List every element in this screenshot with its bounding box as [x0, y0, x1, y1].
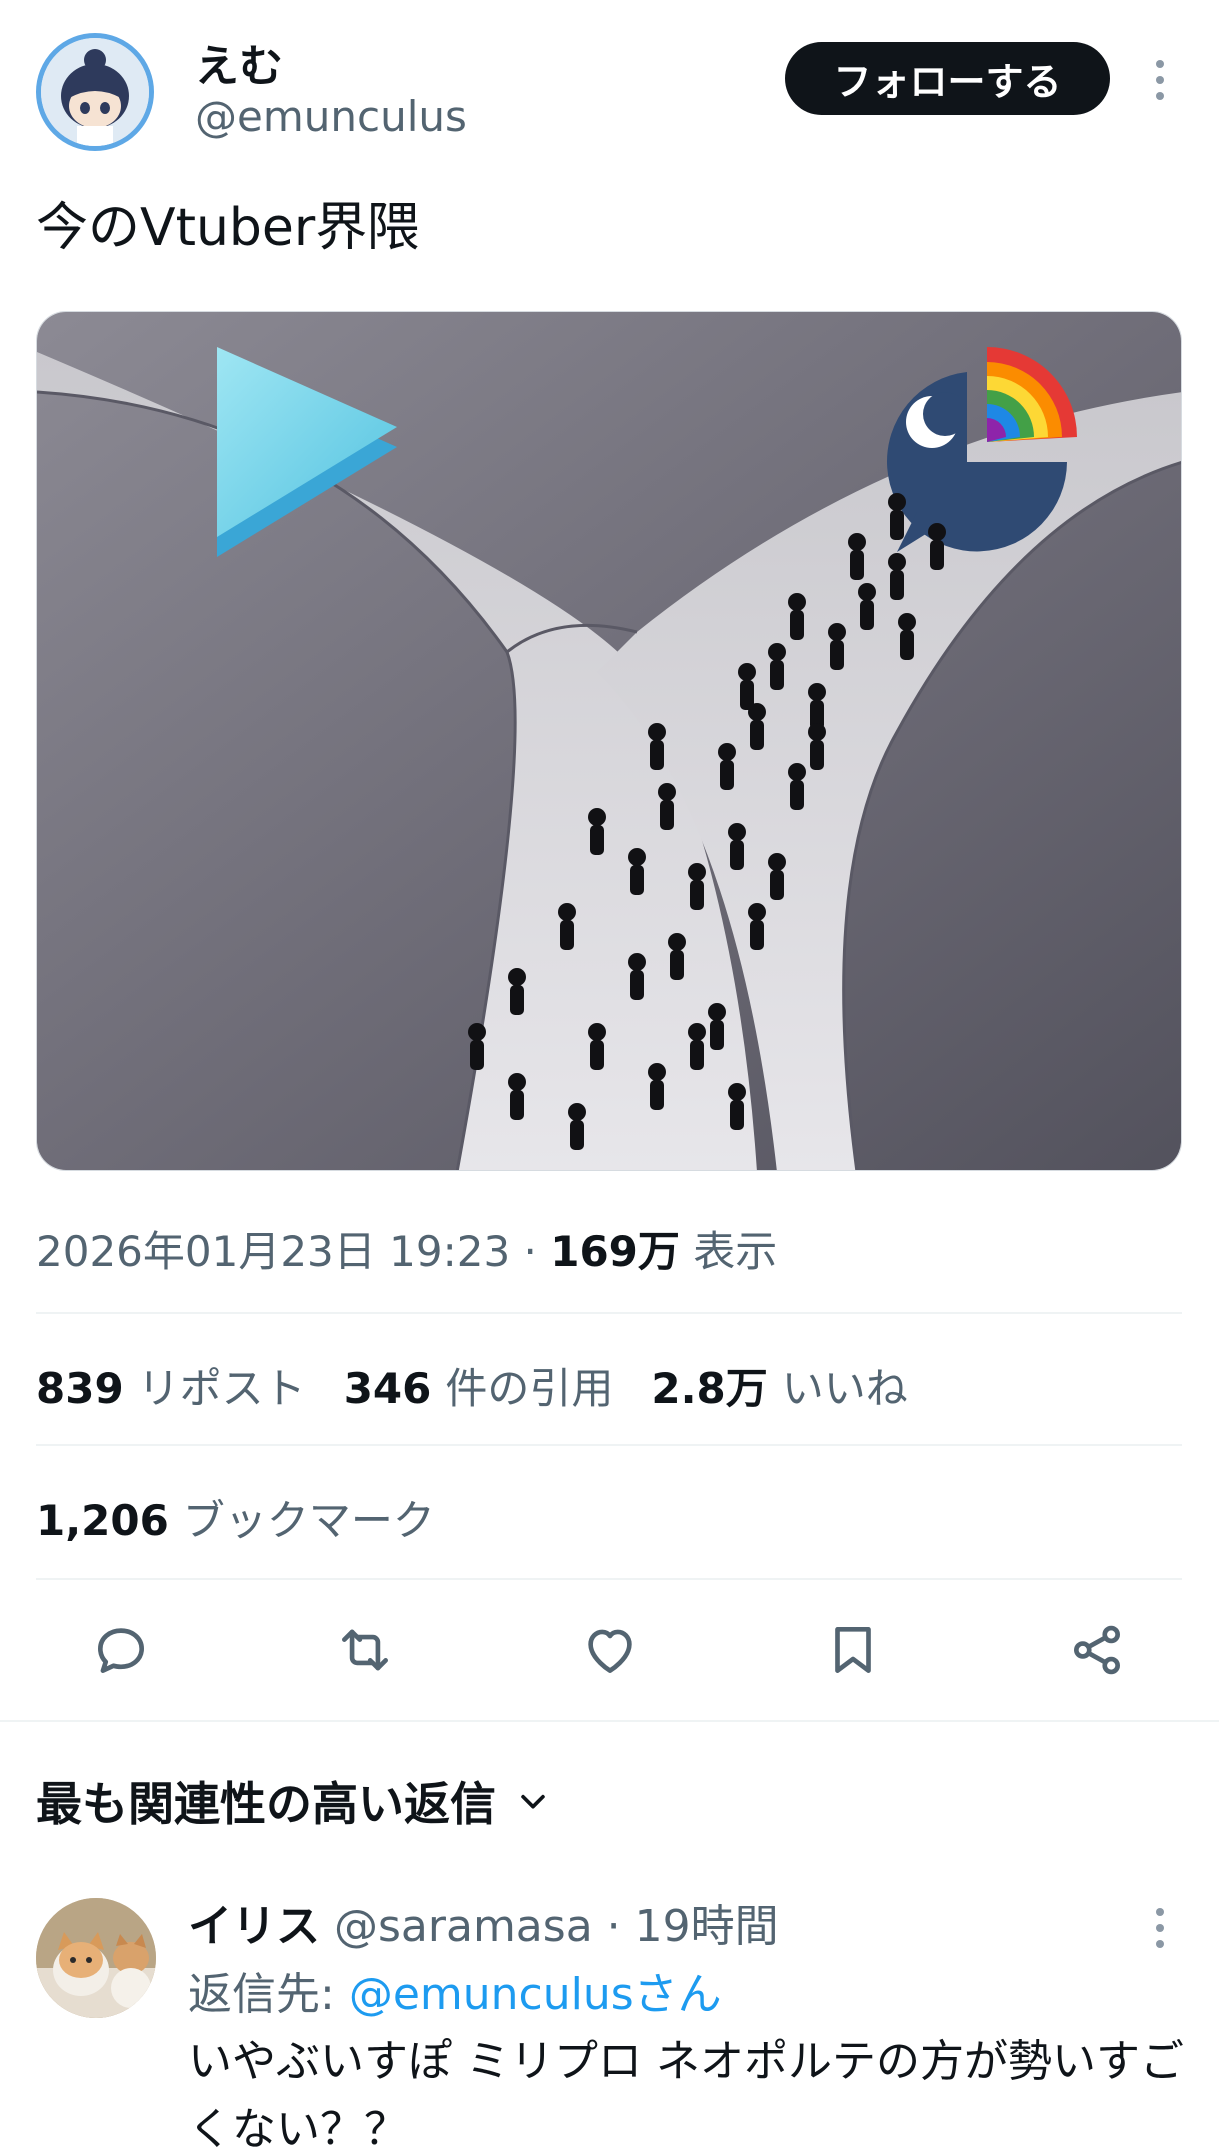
avatar-illustration-icon — [41, 38, 149, 146]
reply-handle[interactable]: @saramasa — [334, 1901, 593, 1952]
reply-header: イリス @saramasa · 19時間 — [188, 1890, 779, 1954]
repost-icon[interactable] — [330, 1610, 400, 1690]
reply-to-line: 返信先: @emunculusさん — [188, 1958, 722, 2022]
views-count: 169万 — [550, 1227, 680, 1276]
likes-count: 2.8万 — [651, 1364, 768, 1413]
divider — [36, 1312, 1182, 1314]
tweet-actions — [0, 1610, 1219, 1700]
more-options-icon[interactable] — [1140, 52, 1180, 108]
share-icon[interactable] — [1062, 1610, 1132, 1690]
likes-label: いいね — [781, 1364, 908, 1413]
follow-button[interactable]: フォローする — [785, 42, 1110, 115]
crossroads-meme-image — [37, 312, 1181, 1170]
section-divider — [0, 1720, 1219, 1722]
quotes-label: 件の引用 — [445, 1364, 614, 1413]
tweet-header: えむ @emunculus フォローする — [0, 0, 1219, 151]
reposts-label: リポスト — [137, 1364, 306, 1413]
divider — [36, 1578, 1182, 1580]
author-handle[interactable]: @emunculus — [195, 92, 467, 141]
views-label: 表示 — [679, 1227, 778, 1276]
reply-more-options-icon[interactable] — [1140, 1900, 1180, 1956]
bookmarks-label: ブックマーク — [182, 1496, 435, 1545]
quotes-count: 346 — [343, 1364, 432, 1413]
likes-stat[interactable]: 2.8万 いいね — [651, 1355, 907, 1416]
bookmarks-count: 1,206 — [36, 1496, 169, 1545]
reply-to-label: 返信先: — [188, 1969, 349, 2020]
bookmarks-stat[interactable]: 1,206 ブックマーク — [36, 1487, 435, 1548]
reply-display-name[interactable]: イリス — [188, 1901, 320, 1952]
cats-photo-icon — [36, 1898, 156, 2018]
reposts-stat[interactable]: 839 リポスト — [36, 1355, 306, 1416]
tweet-meta: 2026年01月23日 19:23 · 169万 表示 — [36, 1218, 777, 1279]
like-icon[interactable] — [575, 1610, 645, 1690]
reply-to-handle-link[interactable]: @emunculusさん — [349, 1969, 722, 2020]
tweet-timestamp[interactable]: 2026年01月23日 19:23 — [36, 1227, 510, 1276]
reply-time[interactable]: 19時間 — [635, 1901, 779, 1952]
bookmark-icon[interactable] — [818, 1610, 888, 1690]
engagement-stats: 839 リポスト 346 件の引用 2.8万 いいね — [36, 1355, 908, 1416]
quotes-stat[interactable]: 346 件の引用 — [344, 1355, 614, 1416]
tweet-media-image[interactable] — [36, 311, 1182, 1171]
reply-avatar[interactable] — [36, 1898, 156, 2018]
chevron-down-icon — [521, 1794, 545, 1809]
meta-separator: · — [510, 1227, 551, 1276]
author-display-name[interactable]: えむ — [195, 30, 283, 94]
bookmark-stats: 1,206 ブックマーク — [36, 1487, 435, 1548]
reposts-count: 839 — [36, 1364, 124, 1413]
reply-separator: · — [592, 1901, 635, 1952]
replies-sort-selector[interactable]: 最も関連性の高い返信 — [36, 1768, 550, 1834]
tweet-text: 今のVtuber界隈 — [36, 198, 420, 258]
reply-icon[interactable] — [86, 1610, 156, 1690]
replies-section-title: 最も関連性の高い返信 — [36, 1777, 496, 1831]
divider — [36, 1444, 1182, 1446]
author-avatar[interactable] — [36, 33, 154, 151]
reply-text: いやぶいすぽ ミリプロ ネオポルテの方が勢いすごくない？？ — [188, 2036, 1184, 2148]
